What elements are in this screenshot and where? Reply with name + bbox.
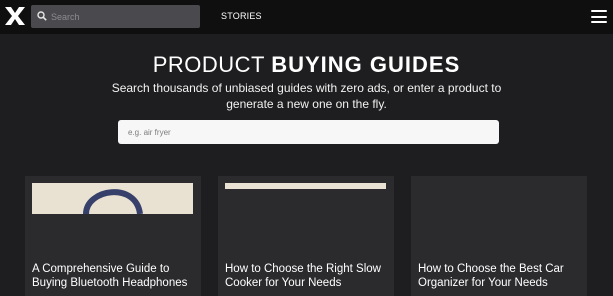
guide-card-title: A Comprehensive Guide to Buying Bluetoot… (32, 263, 188, 289)
page-title-light: PRODUCT (152, 52, 265, 77)
header-search-input[interactable] (51, 7, 196, 26)
top-navigation-bar: STORIES (0, 0, 613, 34)
page-title: PRODUCT BUYING GUIDES (0, 52, 613, 78)
nav-stories-link[interactable]: STORIES (221, 11, 262, 21)
product-search-input[interactable] (118, 120, 499, 144)
guide-card-bluetooth-headphones[interactable]: A Comprehensive Guide to Buying Bluetoot… (25, 176, 201, 296)
search-icon (37, 11, 47, 21)
header-search-box[interactable] (31, 5, 200, 28)
page-title-bold: BUYING GUIDES (271, 52, 461, 77)
page-subtitle: Search thousands of unbiased guides with… (111, 81, 502, 111)
guide-card-title: How to Choose the Right Slow Cooker for … (225, 263, 381, 289)
site-logo[interactable] (4, 6, 26, 26)
guide-card-image (225, 183, 386, 189)
guide-card-car-organizer[interactable]: How to Choose the Best Car Organizer for… (411, 176, 587, 296)
guide-card-title: How to Choose the Best Car Organizer for… (418, 263, 564, 289)
hamburger-menu-icon[interactable] (591, 10, 607, 23)
headphones-image (83, 189, 143, 214)
guide-card-image (32, 183, 193, 214)
guide-card-slow-cooker[interactable]: How to Choose the Right Slow Cooker for … (218, 176, 394, 296)
